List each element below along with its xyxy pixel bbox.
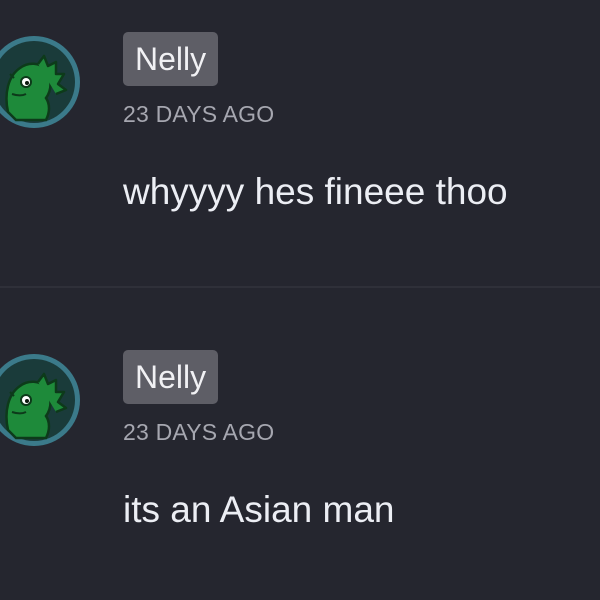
message-item: Nelly 23 DAYS AGO its an Asian man xyxy=(0,318,600,598)
message-divider xyxy=(0,286,600,288)
message-text: its an Asian man xyxy=(123,489,395,530)
author-name-badge[interactable]: Nelly xyxy=(123,350,219,404)
message-text: whyyyy hes fineee thoo xyxy=(123,171,508,212)
message-timestamp: 23 DAYS AGO xyxy=(123,419,275,445)
message-timestamp: 23 DAYS AGO xyxy=(123,101,275,127)
message-item: Nelly 23 DAYS AGO whyyyy hes fineee thoo xyxy=(0,0,600,280)
dinosaur-avatar-icon[interactable] xyxy=(0,34,82,130)
dinosaur-avatar-icon[interactable] xyxy=(0,352,82,448)
message-feed: Nelly 23 DAYS AGO whyyyy hes fineee thoo… xyxy=(0,0,600,600)
author-name-badge[interactable]: Nelly xyxy=(123,32,219,86)
